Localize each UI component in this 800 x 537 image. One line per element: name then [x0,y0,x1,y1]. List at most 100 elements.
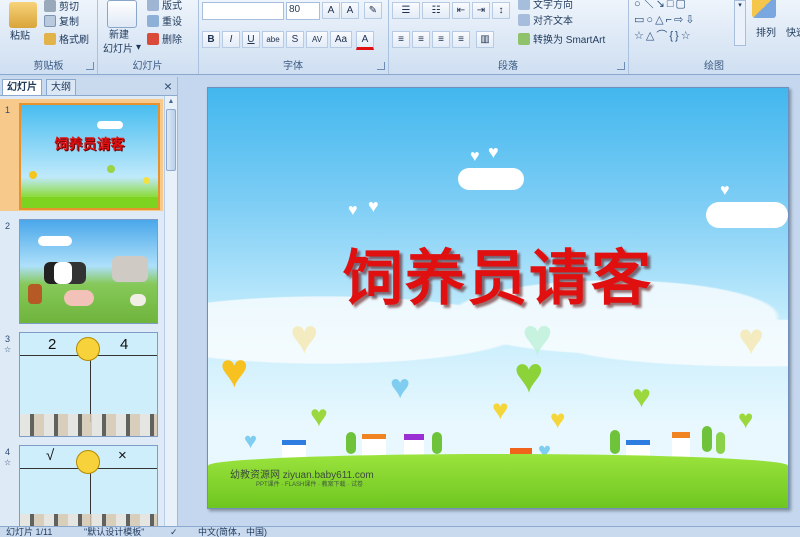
paragraph-group: ☰ ☷ ⇤ ⇥ ↕ 文字方向 对齐文本 转换为 SmartArt ≡ ≡ ≡ ≡… [388,0,629,74]
scroll-up-icon[interactable]: ▲ [165,96,177,108]
delete-button[interactable]: 删除 [147,31,182,46]
shape-star2-icon[interactable]: ☆ [681,30,693,42]
slide-thumb-row-2[interactable]: 2 [0,215,163,327]
status-bar: 幻灯片 1/11 "默认设计模板" ✓ 中文(简体，中国) [0,526,800,537]
faded-heart-icon: ♥ [738,315,765,364]
current-slide[interactable]: ♥ ♥ ♥ ♥ ♥ 饲养员请客 ♥ ♥ ♥ ♥ ♥ ♥ ♥ ♥ ♥ ♥ ♥ ♥ … [207,87,789,509]
font-launcher-icon[interactable] [377,62,385,70]
reset-button[interactable]: 重设 [147,13,182,28]
text-direction-button[interactable]: 文字方向 [518,0,573,11]
slide-thumb-row-1[interactable]: 1 饲养员请客 [0,99,163,211]
yellow-heart-icon: ♥ [550,404,566,434]
chick-icon [76,337,100,361]
paste-icon[interactable] [9,2,37,28]
new-slide-icon[interactable] [107,0,137,28]
green-heart-icon: ♥ [738,404,754,434]
shape-box-icon[interactable]: □ [667,0,676,10]
green-heart-icon: ♥ [632,378,651,414]
slide-number: 1 [5,105,11,115]
shape-right-arrow-icon[interactable]: ⇨ [674,14,685,26]
align-right-button[interactable]: ≡ [432,31,450,48]
smartart-button[interactable]: 转换为 SmartArt [518,31,605,46]
new-slide-button[interactable]: 新建 [109,26,129,41]
shape-down-arrow-icon[interactable]: ⇩ [685,14,696,26]
format-painter-button[interactable]: 格式刷 [44,31,89,46]
change-case-button[interactable]: Aa [330,31,352,48]
reset-icon [147,14,159,27]
shape-oval2-icon[interactable]: ○ [646,14,655,26]
shape-rect-icon[interactable]: ▭ [634,14,646,26]
shape-line-icon[interactable]: ＼ [643,0,656,10]
thumb-heart-2 [107,165,115,173]
shape-triangle2-icon[interactable]: △ [646,30,656,42]
shape-arrow-icon[interactable]: ↘ [656,0,667,10]
paragraph-launcher-icon[interactable] [617,62,625,70]
slides-group-label: 幻灯片 [132,61,163,72]
align-center-button[interactable]: ≡ [412,31,430,48]
clear-format-button[interactable]: ✎ [364,2,382,19]
slide-thumb-row-4[interactable]: 4 ☆ √ × [0,441,163,529]
slide-thumbnail-3[interactable]: 2 4 [19,332,158,437]
slide-thumbnail-2[interactable] [19,219,158,324]
font-name-input[interactable] [202,2,284,20]
cut-button[interactable]: 剪切 [44,0,79,13]
justify-button[interactable]: ≡ [452,31,470,48]
shape-elbow-icon[interactable]: ⌐ [666,14,674,26]
font-size-input[interactable]: 80 [286,2,320,20]
arrange-icon[interactable] [752,0,776,18]
white-heart-icon: ♥ [470,148,480,165]
slide-thumb-row-3[interactable]: 3 ☆ 2 4 [0,328,163,440]
italic-button[interactable]: I [222,31,240,48]
thumb-heart-3 [143,177,150,184]
strikethrough-button[interactable]: abe [262,31,284,48]
grow-font-button[interactable]: A [322,2,340,19]
tab-slides[interactable]: 幻灯片 [2,79,42,95]
yellow-heart-icon: ♥ [492,394,509,425]
decrease-indent-button[interactable]: ⇤ [452,2,470,19]
shapes-scroll-icon[interactable]: ▾ [734,0,746,46]
shape-triangle-icon[interactable]: △ [655,14,665,26]
text-direction-icon [518,0,530,10]
shapes-gallery[interactable]: ○＼↘□▢ ▭○△⌐⇨⇩ ☆△⌒{}☆ [634,0,742,46]
arrange-button[interactable]: 排列 [756,24,776,39]
increase-indent-button[interactable]: ⇥ [472,2,490,19]
underline-button[interactable]: U [242,31,260,48]
bullets-button[interactable]: ☰ [392,2,420,19]
slide-title[interactable]: 饲养员请客 [208,230,788,317]
numbering-button[interactable]: ☷ [422,2,450,19]
font-color-button[interactable]: A [356,31,374,50]
copy-button[interactable]: 复制 [44,13,79,28]
slide-thumbnail-1[interactable]: 饲养员请客 [19,103,160,210]
shape-oval-icon[interactable]: ○ [634,0,643,10]
clipboard-launcher-icon[interactable] [86,62,94,70]
thumb-cloud [38,236,72,246]
layout-button[interactable]: 版式 [147,0,182,12]
duck-image [130,294,146,306]
align-text-icon [518,13,530,26]
columns-button[interactable]: ▥ [476,31,494,48]
shadow-button[interactable]: S [286,31,304,48]
align-text-button[interactable]: 对齐文本 [518,12,573,27]
rooster-image [28,284,42,304]
shape-curve-icon[interactable]: ⌒ [656,30,669,42]
bold-button[interactable]: B [202,31,220,48]
paste-button[interactable]: 粘贴 [10,27,30,42]
close-pane-icon[interactable]: × [164,77,172,95]
align-left-button[interactable]: ≡ [392,31,410,48]
smartart-label: 转换为 SmartArt [533,35,606,46]
quick-styles-button[interactable]: 快速 [786,24,800,39]
tab-outline[interactable]: 大纲 [46,79,76,95]
white-heart-icon: ♥ [368,196,379,216]
slide-thumbnail-4[interactable]: √ × [19,445,158,528]
pane-scrollbar[interactable]: ▲ [164,96,177,526]
scroll-thumb[interactable] [166,109,176,171]
shape-star-icon[interactable]: ☆ [634,30,646,42]
new-slide-button-2[interactable]: 幻灯片 ▾ [103,40,141,55]
smartart-icon [518,32,530,45]
shrink-font-button[interactable]: A [341,2,359,19]
shape-round-box-icon[interactable]: ▢ [676,0,688,10]
blue-heart-icon: ♥ [390,368,411,406]
line-spacing-button[interactable]: ↕ [492,2,510,19]
paragraph-group-label: 段落 [498,61,518,72]
char-spacing-button[interactable]: AV [306,31,328,48]
